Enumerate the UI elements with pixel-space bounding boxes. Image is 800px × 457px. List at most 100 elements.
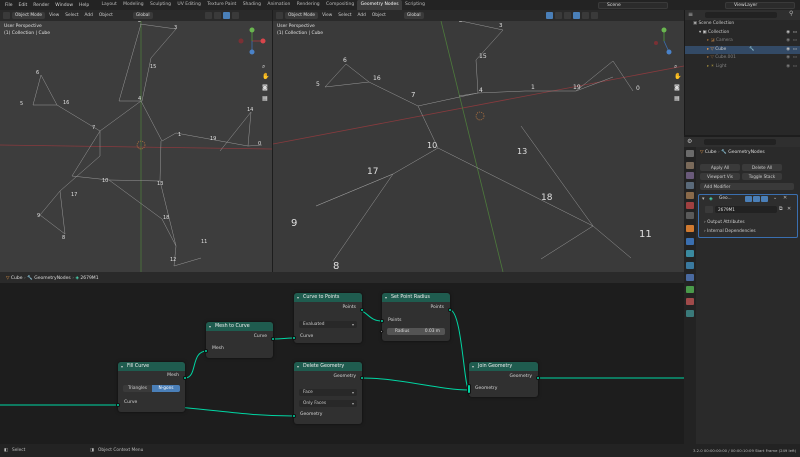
mode-dropdown[interactable]: Object Mode [285,12,319,19]
grid-view-icon[interactable]: ▦ [262,95,268,102]
outliner-row-cube-001[interactable]: ▸ ▽ Cube.001 ◉ ▭ [685,54,800,63]
node-title[interactable]: Set Point Radius [382,293,450,302]
mode-dropdown[interactable]: Only Faces [299,400,357,407]
add-modifier-dropdown[interactable]: Add Modifier [700,183,794,190]
node-set-point-radius[interactable]: Set Point Radius Points Points Radius 0.… [382,293,450,341]
zoom-icon[interactable]: ⌕ [674,63,677,71]
menu-select[interactable]: Select [63,13,80,18]
menu-help[interactable]: Help [76,3,92,8]
camera-icon[interactable]: ▭ [793,54,797,63]
socket-points-out[interactable] [360,308,364,312]
socket-mesh-out[interactable] [183,376,187,380]
socket-curve-in[interactable] [292,336,296,340]
menu-add[interactable]: Add [83,13,95,18]
menu-object[interactable]: Object [370,13,388,18]
outliner-row-camera[interactable]: ▸ ◪ Camera ◉ ▭ [685,37,800,46]
socket-geometry-out[interactable] [360,376,364,380]
pan-hand-icon[interactable]: ✋ [262,73,269,80]
scene-tab-icon[interactable] [686,192,694,199]
outliner-editor-icon[interactable]: ≡ [688,11,693,18]
zoom-icon[interactable]: ⌕ [262,63,265,71]
socket-curve-out[interactable] [271,337,275,341]
grid-view-icon[interactable]: ▦ [674,95,680,102]
socket-geometry-out[interactable] [536,376,540,380]
tab-scripting[interactable]: Scripting [402,0,428,10]
constraints-tab-icon[interactable] [686,274,694,281]
collection-tab-icon[interactable] [686,212,694,219]
output-attributes-panel[interactable]: › Output Attributes [704,220,745,225]
material-shading-icon[interactable] [581,12,589,19]
camera-icon[interactable]: ▭ [793,63,797,72]
render-toggle-icon[interactable] [761,196,768,202]
close-icon[interactable]: ✕ [783,195,787,201]
node-title[interactable]: Fill Curve [118,362,185,371]
menu-render[interactable]: Render [30,3,52,8]
texture-tab-icon[interactable] [686,310,694,317]
viewport-right[interactable]: Object Mode View Select Add Object Globa… [273,10,684,272]
outliner-row-light[interactable]: ▸ ☀ Light ◉ ▭ [685,63,800,72]
menu-window[interactable]: Window [52,3,76,8]
node-tree-icon[interactable] [705,206,713,213]
tab-animation[interactable]: Animation [264,0,293,10]
scene-selector[interactable]: Scene [598,1,668,9]
node-title[interactable]: Curve to Points [294,293,362,302]
solid-shading-icon[interactable] [572,12,580,19]
camera-view-icon[interactable]: ◙ [674,84,680,91]
node-group-field[interactable]: 2679M1 [715,206,777,213]
camera-icon[interactable]: ▭ [793,37,797,46]
node-title[interactable]: Mesh to Curve [206,322,273,331]
node-fill-curve[interactable]: Fill Curve Mesh Triangles N-gons Curve [118,362,185,412]
eye-icon[interactable]: ◉ [786,37,790,46]
overlay-icon[interactable] [204,12,212,19]
socket-points-in[interactable] [380,319,384,323]
navigation-gizmo[interactable] [237,26,267,56]
xray-icon[interactable] [554,12,562,19]
tab-uv-editing[interactable]: UV Editing [174,0,204,10]
node-editor[interactable]: ▽ Cube › 🔧 GeometryNodes › ◈ 2679M1 Fill… [0,272,684,444]
navigation-gizmo[interactable] [649,26,679,56]
view-layer-tab-icon[interactable] [686,182,694,189]
eye-icon[interactable]: ◉ [786,46,790,55]
mode-dropdown[interactable]: Evaluated [299,321,357,328]
data-tab-icon[interactable] [686,286,694,293]
collapse-icon[interactable]: ▾ [702,196,705,202]
camera-icon[interactable]: ▭ [793,29,797,38]
tab-modeling[interactable]: Modeling [120,0,147,10]
menu-object[interactable]: Object [97,13,115,18]
menu-view[interactable]: View [320,13,334,18]
node-mesh-to-curve[interactable]: Mesh to Curve Curve Mesh [206,322,273,358]
pan-hand-icon[interactable]: ✋ [674,73,681,80]
camera-icon[interactable]: ▭ [793,46,797,55]
modifier-name-field[interactable]: Geo... [719,196,732,201]
socket-geometry-multi-in[interactable] [467,384,471,394]
socket-geometry-in[interactable] [292,414,296,418]
domain-dropdown[interactable]: Face [299,389,357,396]
viewport-left[interactable]: Object Mode View Select Add Object Globa… [0,10,272,272]
editor-type-icon[interactable] [276,12,283,19]
tab-rendering[interactable]: Rendering [294,0,323,10]
node-title[interactable]: Join Geometry [469,362,538,371]
world-tab-icon[interactable] [686,202,694,209]
properties-search-input[interactable] [704,139,776,145]
unlink-icon[interactable]: ✕ [787,206,791,212]
eye-icon[interactable]: ◉ [786,54,790,63]
node-curve-to-points[interactable]: Curve to Points Points Evaluated Curve [294,293,362,343]
viewport-left-canvas[interactable]: User Perspective (1) Collection | Cube 2… [0,21,272,272]
editor-type-icon[interactable] [3,12,10,19]
menu-view[interactable]: View [47,13,61,18]
solid-shading-icon[interactable] [222,12,230,19]
outliner-search-input[interactable] [705,12,777,18]
rendered-shading-icon[interactable] [590,12,598,19]
viewport-right-canvas[interactable]: User Perspective (1) Collection | Cube 2… [273,21,684,272]
material-shading-icon[interactable] [231,12,239,19]
modifier-tab-icon[interactable] [686,238,694,245]
menu-select[interactable]: Select [336,13,353,18]
eye-icon[interactable]: ◉ [786,63,790,72]
properties-editor-icon[interactable]: ⚙ [687,138,692,145]
output-tab-icon[interactable] [686,172,694,179]
node-title[interactable]: Delete Geometry [294,362,362,371]
material-tab-icon[interactable] [686,298,694,305]
view-layer-selector[interactable]: ViewLayer [725,1,795,9]
fill-mode-ngons[interactable]: N-gons [152,385,180,392]
delete-all-button[interactable]: Delete All [742,164,782,171]
